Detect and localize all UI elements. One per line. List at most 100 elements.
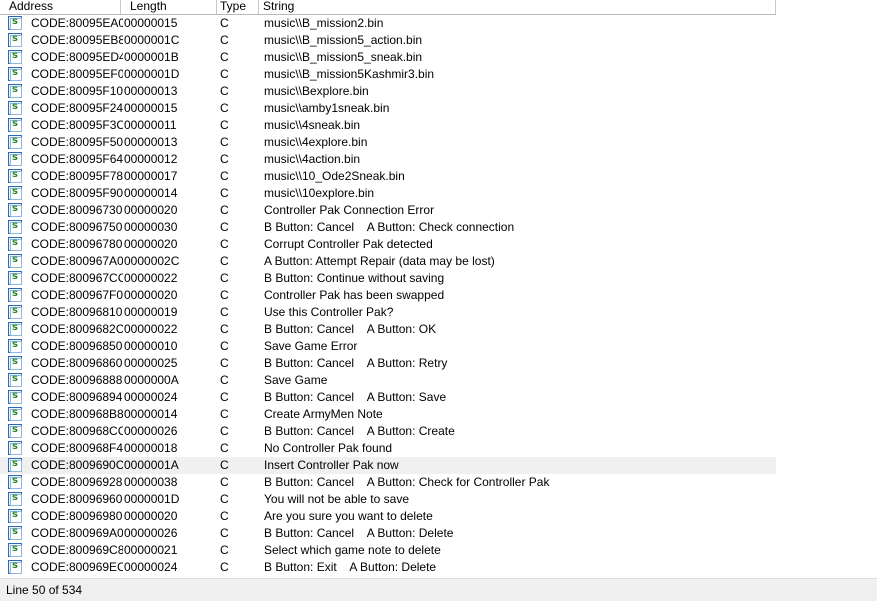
string-s-icon: s <box>8 305 22 319</box>
cell-address: CODE:8009682C <box>31 322 123 336</box>
column-header-string[interactable]: String <box>259 0 776 14</box>
cell-length: 00000026 <box>124 424 178 438</box>
cell-address: CODE:8009690C <box>31 458 123 472</box>
cell-type: C <box>220 526 229 540</box>
cell-address: CODE:80095EB8 <box>31 33 123 47</box>
cell-address: CODE:80095F64 <box>31 152 123 166</box>
cell-type: C <box>220 288 229 302</box>
string-s-icon: s <box>8 118 22 132</box>
table-row[interactable]: s CODE:8009682C 00000022 C B Button: Cancel … <box>0 321 776 338</box>
cell-string: music\\B_mission5Kashmir3.bin <box>264 67 435 81</box>
table-row[interactable]: s CODE:80095ED4 0000001B Cmusic\\B_mission5… <box>0 49 776 66</box>
cell-type: C <box>220 543 229 557</box>
column-header-address[interactable]: Address <box>0 0 121 14</box>
table-row[interactable]: s CODE:80095EA0 00000015 Cmusic\\B_mission2… <box>0 15 776 32</box>
cell-address: CODE:800969C8 <box>31 543 123 557</box>
cell-length: 00000025 <box>124 356 178 370</box>
table-row[interactable]: s CODE:800968CC 00000026 C B Button: Cancel … <box>0 423 776 440</box>
cell-address: CODE:80095F78 <box>31 169 123 183</box>
cell-length: 00000022 <box>124 322 178 336</box>
table-row[interactable]: s CODE:800967A0 0000002C C A Button: Attempt… <box>0 253 776 270</box>
cell-address: CODE:80096928 <box>31 475 123 489</box>
string-s-icon: s <box>8 407 22 421</box>
table-row[interactable]: s CODE:80095F10 00000013 Cmusic\\Bexplore.b… <box>0 83 776 100</box>
cell-string: B Button: Exit A Button: Delete <box>264 560 437 574</box>
table-row[interactable]: s CODE:800967CC 00000022 C B Button: Continu… <box>0 270 776 287</box>
table-row[interactable]: s CODE:80095F78 00000017 Cmusic\\10_Ode2Sne… <box>0 168 776 185</box>
cell-address: CODE:800967F0 <box>31 288 123 302</box>
cell-string: music\\amby1sneak.bin <box>264 101 390 115</box>
table-row[interactable]: s CODE:80096810 00000019 C Use this Controll… <box>0 304 776 321</box>
table-row[interactable]: s CODE:80096780 00000020 C Corrupt Controlle… <box>0 236 776 253</box>
cell-type: C <box>220 390 229 404</box>
cell-type: C <box>220 475 229 489</box>
table-row[interactable]: s CODE:80096750 00000030 C B Button: Cancel … <box>0 219 776 236</box>
cell-length: 0000001A <box>124 458 179 472</box>
table-row[interactable]: s CODE:800968B8 00000014 C Create ArmyMen No… <box>0 406 776 423</box>
cell-length: 00000026 <box>124 526 178 540</box>
table-row[interactable]: s CODE:80096928 00000038 C B Button: Cancel … <box>0 474 776 491</box>
cell-length: 00000014 <box>124 407 178 421</box>
column-header-type[interactable]: Type <box>217 0 259 14</box>
cell-address: CODE:80095F10 <box>31 84 123 98</box>
string-s-icon: s <box>8 322 22 336</box>
string-s-icon: s <box>8 424 22 438</box>
table-row[interactable]: s CODE:800969EC 00000024 C B Button: Exit A … <box>0 559 776 576</box>
string-s-icon: s <box>8 67 22 81</box>
cell-address: CODE:80095F24 <box>31 101 123 115</box>
cell-length: 00000018 <box>124 441 178 455</box>
table-row[interactable]: s CODE:80096860 00000025 C B Button: Cancel … <box>0 355 776 372</box>
table-row[interactable]: s CODE:80096960 0000001D C You will not be a… <box>0 491 776 508</box>
cell-address: CODE:800967CC <box>31 271 123 285</box>
cell-length: 00000015 <box>124 101 178 115</box>
cell-length: 0000000A <box>124 373 179 387</box>
table-row[interactable]: s CODE:800968F4 00000018 C No Controller Pak… <box>0 440 776 457</box>
cell-type: C <box>220 203 229 217</box>
cell-string: B Button: Cancel A Button: OK <box>264 322 437 336</box>
table-row[interactable]: s CODE:80095F64 00000012 Cmusic\\4action.bi… <box>0 151 776 168</box>
string-s-icon: s <box>8 135 22 149</box>
table-row[interactable]: s CODE:80095F24 00000015 Cmusic\\amby1sneak… <box>0 100 776 117</box>
cell-address: CODE:800969A0 <box>31 526 123 540</box>
cell-address: CODE:80095F3C <box>31 118 123 132</box>
table-row[interactable]: s CODE:80096730 00000020 C Controller Pak Co… <box>0 202 776 219</box>
cell-length: 00000010 <box>124 339 178 353</box>
table-row[interactable]: s CODE:80095F90 00000014 Cmusic\\10explore.… <box>0 185 776 202</box>
cell-length: 00000019 <box>124 305 178 319</box>
cell-string: Save Game <box>264 373 328 387</box>
strings-table[interactable]: Address Length Type String s CODE:80095EA… <box>0 0 776 578</box>
table-row[interactable]: s CODE:80096888 0000000A C Save Game <box>0 372 776 389</box>
table-row[interactable]: s CODE:80095F50 00000013 Cmusic\\4explore.b… <box>0 134 776 151</box>
cell-string: No Controller Pak found <box>264 441 393 455</box>
table-row[interactable]: s CODE:800967F0 00000020 C Controller Pak ha… <box>0 287 776 304</box>
cell-type: C <box>220 50 229 64</box>
cell-length: 00000038 <box>124 475 178 489</box>
table-body: s CODE:80095EA0 00000015 Cmusic\\B_mission2… <box>0 15 776 576</box>
cell-string: B Button: Continue without saving <box>264 271 445 285</box>
cell-type: C <box>220 67 229 81</box>
cell-type: C <box>220 356 229 370</box>
string-s-icon: s <box>8 254 22 268</box>
cell-length: 0000001C <box>124 33 180 47</box>
string-s-icon: s <box>8 186 22 200</box>
table-row[interactable]: s CODE:80096894 00000024 C B Button: Cancel … <box>0 389 776 406</box>
table-row[interactable]: s CODE:80095EF0 0000001D Cmusic\\B_mission5… <box>0 66 776 83</box>
string-s-icon: s <box>8 152 22 166</box>
table-row[interactable]: s CODE:80095EB8 0000001C Cmusic\\B_mission5… <box>0 32 776 49</box>
string-s-icon: s <box>8 33 22 47</box>
string-s-icon: s <box>8 492 22 506</box>
table-row[interactable]: s CODE:800969C8 00000021 C Select which game… <box>0 542 776 559</box>
table-row[interactable]: s CODE:800969A0 00000026 C B Button: Cancel … <box>0 525 776 542</box>
table-row[interactable]: s CODE:80096850 00000010 C Save Game Error <box>0 338 776 355</box>
cell-type: C <box>220 118 229 132</box>
table-row[interactable]: s CODE:80095F3C 00000011 Cmusic\\4sneak.bin <box>0 117 776 134</box>
column-header-length[interactable]: Length <box>121 0 217 14</box>
table-row[interactable]: s CODE:80096980 00000020 C Are you sure you … <box>0 508 776 525</box>
cell-string: Use this Controller Pak? <box>264 305 394 319</box>
string-s-icon: s <box>8 271 22 285</box>
cell-type: C <box>220 135 229 149</box>
cell-length: 00000022 <box>124 271 178 285</box>
cell-type: C <box>220 254 229 268</box>
table-row[interactable]: s CODE:8009690C 0000001A C Insert Controller… <box>0 457 776 474</box>
cell-address: CODE:80096894 <box>31 390 123 404</box>
